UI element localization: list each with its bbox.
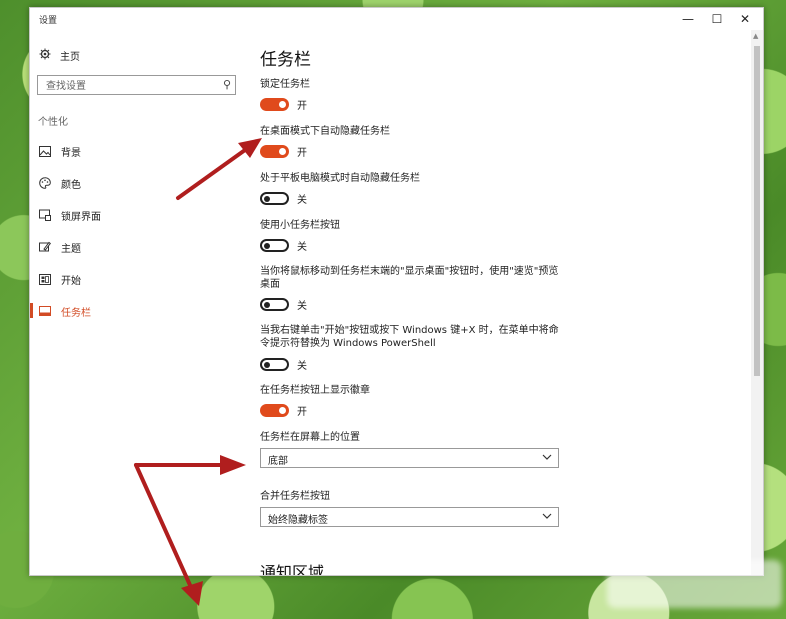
- setting-label: 当我右键单击"开始"按钮或按下 Windows 键+X 时，在菜单中将命令提示符…: [260, 325, 559, 349]
- lock-taskbar-toggle-row[interactable]: 开: [260, 97, 307, 112]
- toggle-state: 开: [297, 101, 307, 112]
- sidebar-item-lock-screen[interactable]: 锁屏界面: [39, 207, 101, 223]
- toggle-state: 关: [297, 195, 307, 206]
- sidebar-item-taskbar[interactable]: 任务栏: [39, 303, 91, 319]
- toggle-state: 关: [297, 361, 307, 372]
- chevron-down-icon: [542, 511, 552, 524]
- sidebar-item-background[interactable]: 背景: [39, 143, 81, 159]
- sidebar-item-label: 任务栏: [61, 307, 91, 319]
- minimize-button[interactable]: —: [675, 10, 701, 28]
- palette-icon: [39, 177, 51, 189]
- badges-toggle-row[interactable]: 开: [260, 403, 307, 418]
- toggle-state: 关: [297, 301, 307, 312]
- sidebar-item-start[interactable]: 开始: [39, 271, 81, 287]
- sidebar-home[interactable]: 主页: [39, 48, 80, 63]
- sidebar-item-label: 锁屏界面: [61, 211, 101, 223]
- setting-label: 当你将鼠标移动到任务栏末端的"显示桌面"按钮时，使用"速览"预览桌面: [260, 266, 559, 290]
- setting-label: 在任务栏按钮上显示徽章: [260, 385, 370, 396]
- auto-hide-tablet-toggle[interactable]: [260, 192, 289, 205]
- page-title: 任务栏: [260, 50, 311, 70]
- window-title: 设置: [39, 16, 58, 26]
- active-indicator: [30, 303, 33, 318]
- search-icon[interactable]: ⚲: [223, 78, 231, 91]
- sidebar-item-themes[interactable]: 主题: [39, 239, 81, 255]
- small-buttons-toggle-row[interactable]: 关: [260, 238, 307, 253]
- taskbar-position-select[interactable]: 底部: [260, 448, 559, 468]
- setting-label: 处于平板电脑模式时自动隐藏任务栏: [260, 173, 420, 184]
- auto-hide-desktop-toggle-row[interactable]: 开: [260, 144, 307, 159]
- search-box[interactable]: ⚲: [37, 75, 236, 95]
- search-input[interactable]: [44, 77, 218, 95]
- toggle-state: 开: [297, 407, 307, 418]
- scrollbar-thumb[interactable]: [754, 46, 760, 376]
- taskbar-icon: [39, 305, 51, 317]
- peek-toggle[interactable]: [260, 298, 289, 311]
- maximize-button[interactable]: ☐: [704, 10, 730, 28]
- watermark: [607, 560, 782, 608]
- close-button[interactable]: ✕: [732, 10, 758, 28]
- peek-toggle-row[interactable]: 关: [260, 297, 307, 312]
- powershell-toggle[interactable]: [260, 358, 289, 371]
- theme-icon: [39, 241, 51, 253]
- toggle-state: 开: [297, 148, 307, 159]
- badges-toggle[interactable]: [260, 404, 289, 417]
- sidebar-item-label: 主题: [61, 243, 81, 255]
- combine-buttons-select[interactable]: 始终隐藏标签: [260, 507, 559, 527]
- toggle-state: 关: [297, 242, 307, 253]
- setting-label: 锁定任务栏: [260, 79, 310, 90]
- start-icon: [39, 273, 51, 285]
- lock-screen-icon: [39, 209, 51, 221]
- gear-icon: [39, 48, 51, 63]
- setting-label: 使用小任务栏按钮: [260, 220, 340, 231]
- auto-hide-tablet-toggle-row[interactable]: 关: [260, 191, 307, 206]
- chevron-down-icon: [542, 452, 552, 465]
- sidebar-item-label: 颜色: [61, 179, 81, 191]
- sidebar-item-label: 开始: [61, 275, 81, 287]
- scrollbar[interactable]: ▲: [751, 30, 763, 575]
- setting-label: 在桌面模式下自动隐藏任务栏: [260, 126, 390, 137]
- position-label: 任务栏在屏幕上的位置: [260, 432, 360, 443]
- title-bar[interactable]: 设置 — ☐ ✕: [30, 8, 763, 30]
- select-value: 底部: [268, 456, 288, 467]
- lock-taskbar-toggle[interactable]: [260, 98, 289, 111]
- notification-area-title: 通知区域: [260, 563, 325, 576]
- select-value: 始终隐藏标签: [268, 515, 328, 526]
- combine-label: 合并任务栏按钮: [260, 491, 330, 502]
- small-buttons-toggle[interactable]: [260, 239, 289, 252]
- sidebar-home-label: 主页: [60, 52, 80, 63]
- image-icon: [39, 145, 51, 157]
- sidebar-item-label: 背景: [61, 147, 81, 159]
- sidebar-item-colors[interactable]: 颜色: [39, 175, 81, 191]
- scroll-up-icon[interactable]: ▲: [753, 32, 758, 40]
- sidebar-section-label: 个性化: [38, 117, 68, 128]
- auto-hide-desktop-toggle[interactable]: [260, 145, 289, 158]
- arrowhead-down: [181, 581, 203, 606]
- settings-window: 设置 — ☐ ✕ 主页 ⚲ 个性化 背景 颜色 锁屏界面 主题 开始 任务栏: [29, 7, 764, 576]
- powershell-toggle-row[interactable]: 关: [260, 357, 307, 372]
